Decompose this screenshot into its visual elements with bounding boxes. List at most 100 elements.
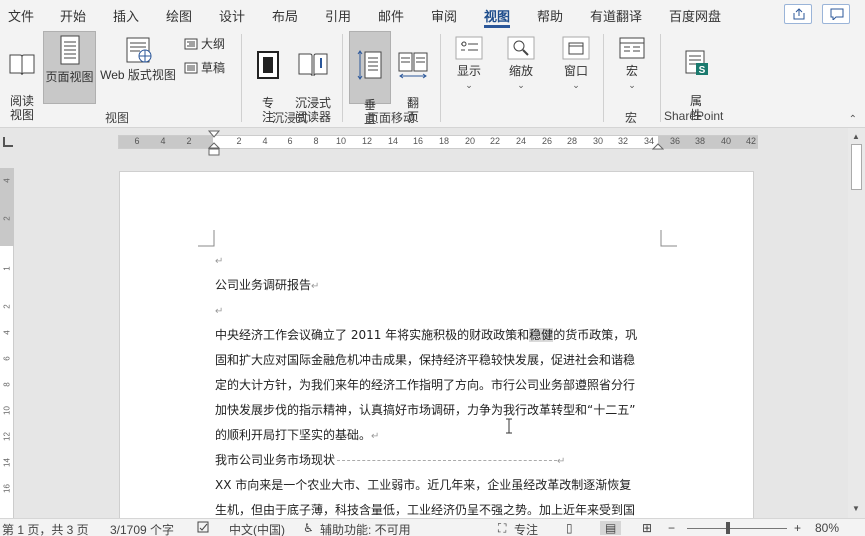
horizontal-ruler[interactable]: 6 4 2 2 4 6 8 10 12 14 16 18 20 22 24 26… [118, 130, 758, 156]
document-page[interactable]: ↵ 公司业务调研报告↵ ↵ 中央经济工作会议确立了 2011 年将实施积极的财政… [119, 171, 754, 531]
menu-draw[interactable]: 绘图 [166, 6, 192, 25]
zoom-in-button[interactable]: + [794, 521, 801, 535]
ruler-tick: 12 [2, 432, 12, 441]
ruler-tick: 2 [236, 136, 242, 146]
ribbon: 阅读 视图 页面视图 Web 版式视图 大纲 草稿 视图 专 注 沉浸式 阅读器… [0, 28, 865, 128]
ruler-tick: 6 [287, 136, 293, 146]
menu-insert[interactable]: 插入 [113, 6, 139, 25]
indent-marker[interactable] [208, 130, 220, 158]
ruler-tick: 12 [361, 136, 372, 146]
body-line: 的顺利开局打下坚实的基础。↵ [215, 428, 380, 442]
right-indent-marker[interactable] [652, 141, 664, 151]
zoom-slider[interactable] [687, 528, 787, 529]
page-movement-group-label: 页面移动 [367, 111, 416, 125]
ruler-tick: 16 [2, 484, 12, 493]
ruler-tick: 8 [2, 382, 12, 387]
ruler-tick: 8 [313, 136, 319, 146]
separator [603, 34, 604, 122]
print-layout-icon[interactable]: ▤ [600, 521, 622, 535]
menu-references[interactable]: 引用 [325, 6, 351, 25]
ruler-tick: 26 [541, 136, 552, 146]
menu-review[interactable]: 审阅 [431, 6, 457, 25]
ruler-tick: 30 [592, 136, 603, 146]
scroll-down-arrow[interactable]: ▼ [852, 504, 860, 513]
page-count[interactable]: 第 1 页，共 3 页 [2, 521, 89, 536]
properties-button[interactable]: S 属 性 [678, 34, 714, 122]
comments-button[interactable] [822, 4, 850, 24]
zoom-out-button[interactable]: − [668, 521, 675, 535]
focus-button[interactable]: 专 注 [250, 36, 286, 124]
web-layout-icon[interactable]: ⊞ [642, 521, 652, 535]
collapse-ribbon-icon[interactable]: ⌃ [849, 114, 857, 125]
separator [660, 34, 661, 122]
separator [342, 34, 343, 122]
vertical-ruler[interactable]: 4 2 1 2 4 6 8 10 12 14 16 [0, 168, 14, 520]
language-indicator[interactable]: 中文(中国) [229, 521, 285, 536]
scroll-thumb[interactable] [851, 144, 862, 190]
ruler-tick: 22 [489, 136, 500, 146]
accessibility-status[interactable]: 辅助功能: 不可用 [320, 521, 411, 536]
print-layout-button[interactable]: 页面视图 [43, 31, 96, 104]
read-mode-icon[interactable]: ▯ [566, 521, 573, 535]
menu-baidu-netdisk[interactable]: 百度网盘 [669, 6, 721, 25]
share-button[interactable] [784, 4, 812, 24]
zoom-button[interactable]: 缩放 ⌄ [504, 34, 538, 100]
menu-view[interactable]: 视图 [484, 6, 510, 25]
ruler-tick: 42 [745, 136, 756, 146]
outline-button[interactable]: 大纲 [184, 35, 225, 52]
menu-file[interactable]: 文件 [8, 6, 34, 25]
menu-youdao[interactable]: 有道翻译 [590, 6, 642, 25]
ruler-tick: 20 [464, 136, 475, 146]
menu-mailings[interactable]: 邮件 [378, 6, 404, 25]
menu-design[interactable]: 设计 [219, 6, 245, 25]
separator [241, 34, 242, 122]
ruler-tick: 24 [515, 136, 526, 146]
menu-home[interactable]: 开始 [60, 6, 86, 25]
sharepoint-group-label: SharePoint [664, 109, 724, 123]
ruler-tick: 14 [387, 136, 398, 146]
views-group-label: 视图 [105, 111, 130, 125]
status-bar: 第 1 页，共 3 页 3/1709 个字 中文(中国) ♿ 辅助功能: 不可用… [0, 518, 865, 536]
outline-icon [184, 38, 198, 49]
zoom-level[interactable]: 80% [815, 521, 839, 535]
window-icon [562, 36, 590, 60]
scroll-up-arrow[interactable]: ▲ [852, 132, 860, 141]
read-mode-button[interactable]: 阅读 视图 [4, 36, 40, 122]
chevron-down-icon: ⌄ [517, 80, 525, 90]
ruler-tick: 1 [2, 266, 12, 271]
focus-mode-icon: ⛶ [498, 521, 507, 535]
ruler-tick: 28 [566, 136, 577, 146]
immersive-reader-button[interactable]: 沉浸式 阅读器 [290, 36, 336, 124]
show-button[interactable]: 显示 ⌄ [452, 34, 486, 100]
tab-selector[interactable] [3, 137, 13, 147]
accessibility-icon: ♿ [303, 521, 314, 535]
proofing-icon[interactable] [197, 521, 211, 536]
ruler-tick: 40 [720, 136, 731, 146]
zoom-slider-thumb[interactable] [726, 522, 730, 534]
vertical-button[interactable]: 垂 直 [349, 31, 391, 126]
web-layout-button[interactable]: Web 版式视图 [97, 36, 179, 100]
section-heading: 我市公司业务市场现状 ↵ [215, 453, 566, 467]
macros-button[interactable]: 宏 ⌄ [614, 34, 650, 100]
immersive-group-label: 沉浸式 [272, 111, 309, 125]
ruler-tick: 2 [186, 136, 192, 146]
draft-button[interactable]: 草稿 [184, 59, 225, 76]
ruler-tick: 2 [2, 216, 12, 221]
ruler-tick: 10 [335, 136, 346, 146]
body-line: 加快发展步伐的指示精神，认真搞好市场调研，力争为我行改革转型和“十二五” [215, 403, 636, 417]
svg-text:S: S [699, 65, 706, 76]
word-count[interactable]: 3/1709 个字 [110, 521, 174, 536]
vertical-scrollbar[interactable]: ▲ ▼ [848, 128, 865, 518]
ruler-tick: 16 [412, 136, 423, 146]
body-line: 中央经济工作会议确立了 2011 年将实施积极的财政政策和稳健的货币政策，巩 [215, 328, 638, 342]
separator [440, 34, 441, 122]
menu-layout[interactable]: 布局 [272, 6, 298, 25]
side-to-side-button[interactable]: 翻 页 [394, 36, 432, 124]
menu-help[interactable]: 帮助 [537, 6, 563, 25]
focus-mode-button[interactable]: 专注 [514, 521, 538, 536]
properties-icon: S [685, 50, 708, 76]
ruler-tick: 32 [617, 136, 628, 146]
window-button[interactable]: 窗口 ⌄ [559, 34, 593, 100]
empty-paragraph: ↵ [215, 256, 224, 267]
web-layout-icon [126, 37, 152, 63]
